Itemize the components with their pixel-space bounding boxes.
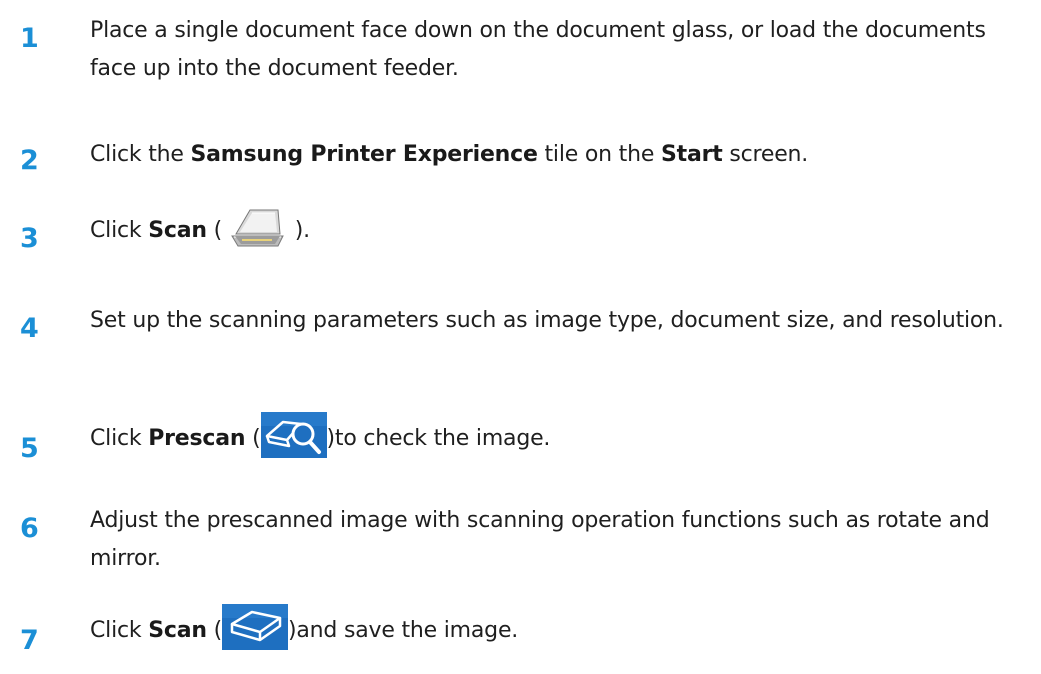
scan-label: Scan bbox=[148, 618, 207, 643]
step-number: 5 bbox=[20, 433, 39, 464]
step-text-prefix: Click the bbox=[90, 142, 191, 167]
step-text: Click Scan ( )and save the image. bbox=[90, 604, 1025, 650]
open-paren: ( bbox=[206, 218, 223, 243]
open-paren: ( bbox=[245, 426, 261, 451]
step-number: 6 bbox=[20, 513, 39, 544]
step-text: Set up the scanning parameters such as i… bbox=[90, 308, 1004, 333]
step-number: 7 bbox=[20, 625, 39, 656]
step-number: 1 bbox=[20, 23, 39, 54]
app-name: Samsung Printer Experience bbox=[190, 142, 538, 167]
step-text: Click Prescan ( )to check the image. bbox=[90, 412, 1025, 458]
step-number: 3 bbox=[20, 223, 39, 254]
step-text-prefix: Click bbox=[90, 426, 149, 451]
step-text-suffix: screen. bbox=[722, 142, 809, 167]
close-paren: ). bbox=[288, 218, 310, 243]
procedure-steps: 1 Place a single document face down on t… bbox=[0, 0, 1041, 674]
step-number: 2 bbox=[20, 145, 39, 176]
step-text-middle: tile on the bbox=[537, 142, 661, 167]
scan-label: Scan bbox=[148, 218, 207, 243]
prescan-label: Prescan bbox=[148, 426, 246, 451]
step-text-prefix: Click bbox=[90, 618, 149, 643]
prescan-magnifier-icon bbox=[260, 412, 327, 458]
step-text-prefix: Click bbox=[90, 218, 149, 243]
step-number: 4 bbox=[20, 313, 39, 344]
step-text-suffix: )and save the image. bbox=[288, 618, 519, 643]
scanner-icon bbox=[228, 206, 286, 250]
step-text: Adjust the prescanned image with scannin… bbox=[90, 508, 990, 571]
step-text: Click Scan ( ). bbox=[90, 206, 1025, 250]
step-text: Place a single document face down on the… bbox=[90, 18, 986, 81]
step-text-suffix: )to check the image. bbox=[326, 426, 551, 451]
scan-scanner-icon bbox=[222, 604, 288, 650]
open-paren: ( bbox=[206, 618, 223, 643]
start-label: Start bbox=[660, 142, 723, 167]
step-text: Click the Samsung Printer Experience til… bbox=[90, 136, 1025, 174]
